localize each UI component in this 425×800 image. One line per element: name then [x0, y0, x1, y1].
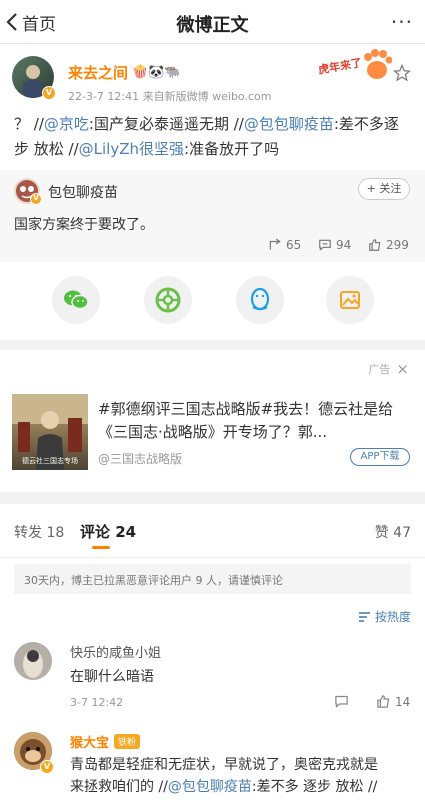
ad-close-button[interactable]: ×: [396, 360, 409, 378]
comment-stat[interactable]: 94: [318, 238, 351, 252]
verified-badge-icon: V: [30, 193, 42, 205]
sticker-decoration: 虎年来了: [317, 48, 394, 86]
sort-button[interactable]: 按热度: [358, 608, 411, 625]
retweet-text: 国家方案终于要改了。: [14, 217, 154, 233]
post-time-source: 22-3-7 12:41 来自新版微博 weibo.com: [68, 90, 272, 103]
comment-item: 快乐的咸鱼小姐 在聊什么暗语 3-7 12:42 14: [0, 634, 425, 720]
save-image-button[interactable]: [326, 276, 374, 324]
comment-icon: [319, 239, 331, 251]
comment-text: 在聊什么暗语: [70, 669, 154, 685]
thumbs-up-icon: [369, 239, 381, 251]
verified-badge-icon: V: [42, 86, 56, 100]
follow-button[interactable]: + 关注: [358, 178, 410, 200]
sticker-text: 虎年来了: [317, 56, 363, 77]
verified-badge-icon: V: [40, 760, 54, 774]
mention-link[interactable]: @包包聊疫苗: [244, 115, 334, 133]
tab-active-indicator: [92, 546, 110, 549]
like-stat[interactable]: 299: [368, 238, 409, 252]
share-qq-button[interactable]: [236, 276, 284, 324]
thumbs-up-icon: [377, 695, 390, 708]
reply-icon[interactable]: [334, 694, 349, 709]
ad-card[interactable]: 广告 × 德云社三国志专场 #郭德纲评三国志战略版#我去！德云社是给《三国志·战…: [0, 350, 425, 492]
ad-label: 广告: [368, 363, 391, 376]
wechat-icon: [64, 290, 89, 310]
comment-item: V 猴大宝 铁粉 青岛都是轻症和无症状，早就说了，奥密克戎就是 来拯救咱们的 /…: [0, 724, 425, 800]
comment-time: 3-7 12:42: [70, 696, 124, 709]
mention-link[interactable]: @京吃: [44, 115, 89, 133]
share-moments-button[interactable]: [144, 276, 192, 324]
mention-link[interactable]: @LilyZh很坚强: [79, 140, 184, 158]
repost-icon: [269, 238, 281, 250]
comment-section: 30天内，博主已拉黑恶意评论用户 9 人，请谨慎评论 按热度 快乐的咸鱼小姐 在…: [0, 558, 425, 800]
comment-text: 青岛都是轻症和无症状，早就说了，奥密克戎就是 来拯救咱们的 //@包包聊疫苗:差…: [70, 757, 378, 795]
share-wechat-button[interactable]: [52, 276, 100, 324]
fan-badge: 铁粉: [114, 734, 141, 749]
mention-link[interactable]: @包包聊疫苗: [168, 779, 252, 795]
retweet-author-name[interactable]: 包包聊疫苗: [48, 182, 118, 202]
ad-title[interactable]: #郭德纲评三国志战略版#我去！德云社是给《三国志·战略版》开专场了？郭...: [98, 398, 412, 444]
commenter-name[interactable]: 猴大宝: [70, 732, 109, 751]
repost-stat[interactable]: 65: [268, 238, 301, 252]
ad-download-button[interactable]: APP下载: [350, 448, 410, 466]
comment-like-button[interactable]: 14: [376, 694, 410, 709]
top-nav-bar: 首页 微博正文 ···: [0, 0, 425, 44]
image-save-icon: [340, 291, 360, 309]
commenter-name[interactable]: 快乐的咸鱼小姐: [70, 642, 161, 661]
share-bar: [0, 262, 425, 340]
qq-icon: [250, 287, 270, 311]
author-name[interactable]: 来去之间: [68, 62, 128, 83]
ad-thumbnail[interactable]: 德云社三国志专场: [12, 394, 88, 470]
tab-reposts[interactable]: 转发 18: [14, 522, 64, 542]
favorite-star-icon[interactable]: [393, 64, 411, 82]
ad-source: @三国志战略版: [98, 452, 183, 466]
retweeted-post[interactable]: V 包包聊疫苗 + 关注 国家方案终于要改了。 65 94 299: [0, 170, 425, 262]
tiger-paw-icon: [364, 49, 392, 79]
tab-likes[interactable]: 赞 47: [375, 522, 411, 542]
sort-icon: [358, 611, 370, 622]
page-title: 微博正文: [176, 15, 249, 36]
ad-thumb-caption: 德云社三国志专场: [22, 457, 78, 465]
more-options-button[interactable]: ···: [391, 10, 413, 34]
post-text: ？ //@京吃:国产复必泰遥遥无期 //@包包聊疫苗:差不多逐步 放松 //@L…: [14, 115, 399, 158]
author-emoji-tags: 🍿🐼🐃: [132, 65, 181, 80]
block-notice: 30天内，博主已拉黑恶意评论用户 9 人，请谨慎评论: [14, 564, 411, 594]
tab-comments[interactable]: 评论 24: [80, 521, 136, 542]
interaction-tabs: 转发 18 评论 24 赞 47: [0, 504, 425, 558]
commenter-avatar[interactable]: [14, 642, 52, 680]
moments-icon: [155, 287, 181, 313]
